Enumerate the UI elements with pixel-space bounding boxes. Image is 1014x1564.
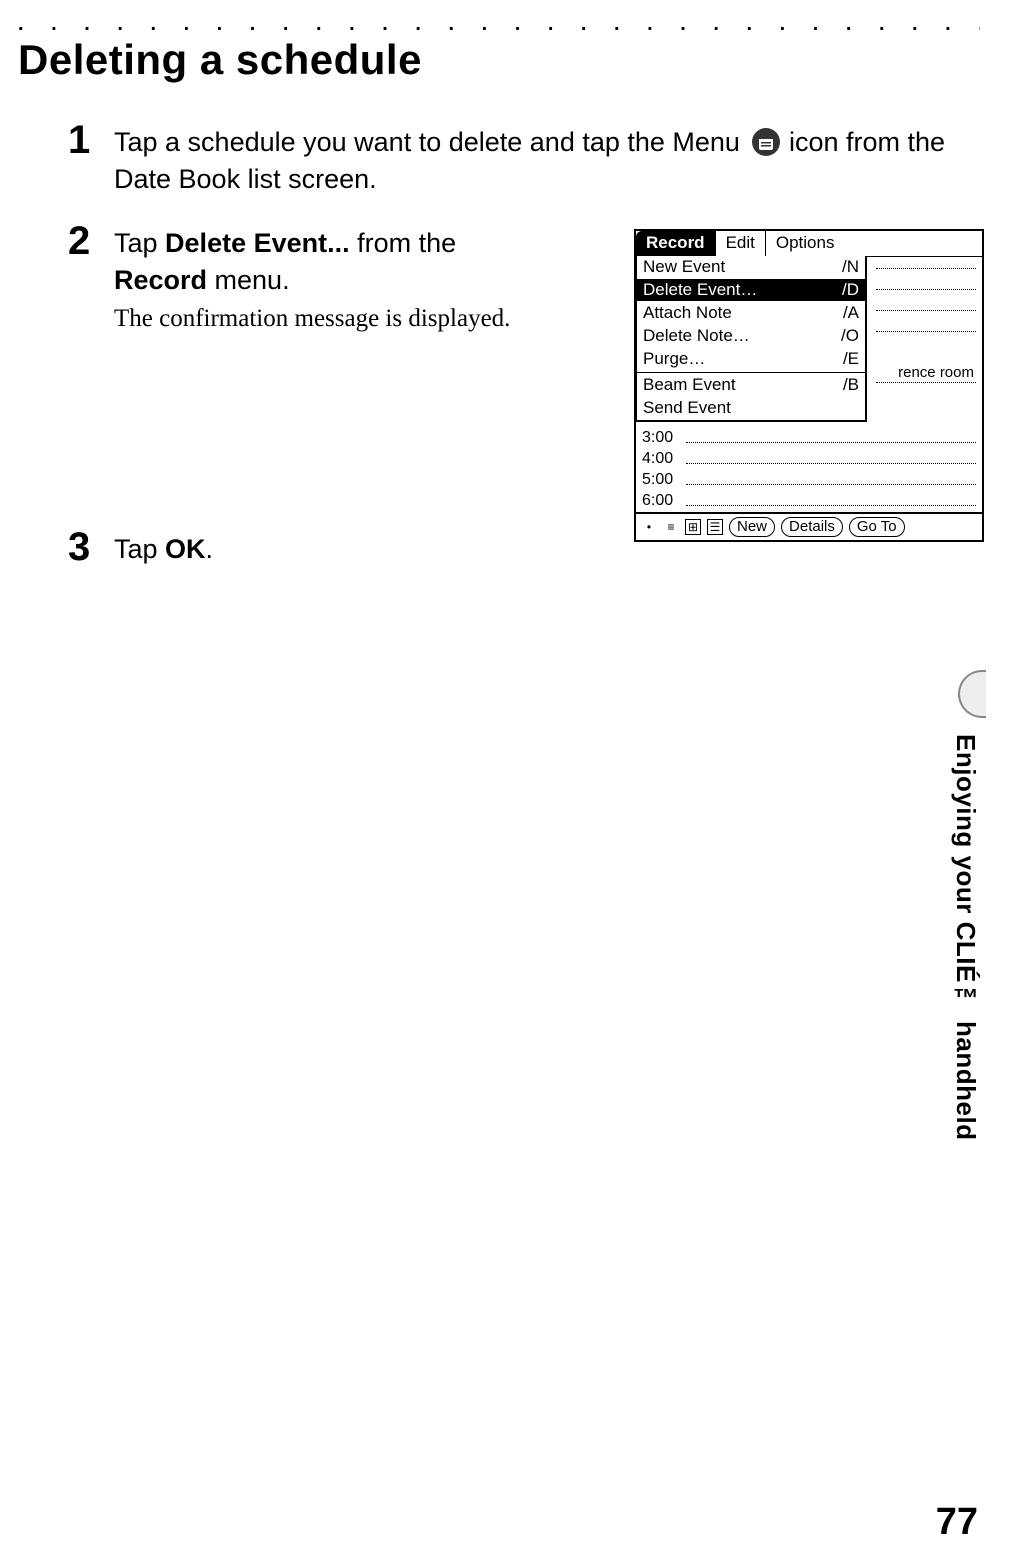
menu-item-new-event[interactable]: New Event /N (637, 256, 865, 279)
step2-text-a: Tap (114, 228, 165, 258)
menu-item-shortcut: /N (842, 257, 859, 277)
menu-separator (637, 372, 865, 373)
menu-item-delete-event[interactable]: Delete Event… /D (637, 279, 865, 302)
bg-line (876, 289, 976, 290)
bg-line (876, 382, 976, 383)
menubar-edit-tab[interactable]: Edit (716, 231, 766, 256)
side-tab-label: Enjoying your CLIÉ™ handheld (950, 734, 981, 1141)
menu-item-label: New Event (643, 257, 725, 277)
step2-text-c: menu. (207, 265, 290, 295)
menu-item-beam-event[interactable]: Beam Event /B (637, 374, 865, 397)
page-title: Deleting a schedule (18, 36, 980, 84)
step-number: 3 (68, 525, 90, 570)
step-number: 2 (68, 219, 90, 264)
bg-line (876, 331, 976, 332)
menu-item-shortcut: /D (842, 280, 859, 300)
menubar-options-tab[interactable]: Options (766, 231, 845, 256)
step2-subtext: The confirmation message is displayed. (114, 305, 554, 333)
bg-line (876, 310, 976, 311)
bg-text-rence-room: rence room (898, 364, 974, 381)
bg-line (876, 268, 976, 269)
step-1: 1 Tap a schedule you want to delete and … (114, 124, 984, 199)
menu-icon (751, 127, 781, 157)
step-2: 2 Tap Delete Event... from the Record me… (114, 225, 984, 505)
page-number: 77 (936, 1501, 978, 1544)
time-row[interactable]: 6:00 (642, 489, 976, 510)
step3-text-a: Tap (114, 534, 165, 564)
step3-bold-ok: OK (165, 534, 206, 564)
step2-bold-delete-event: Delete Event... (165, 228, 350, 258)
dotted-rule: . . . . . . . . . . . . . . . . . . . . … (18, 20, 980, 34)
menu-item-label: Beam Event (643, 375, 736, 395)
time-row[interactable]: 4:00 (642, 447, 976, 468)
time-row[interactable]: 3:00 (642, 426, 976, 447)
time-label: 4:00 (642, 450, 686, 468)
menu-item-attach-note[interactable]: Attach Note /A (637, 302, 865, 325)
palm-dropdown-menu: New Event /N Delete Event… /D Attach Not… (635, 256, 867, 422)
menu-item-label: Send Event (643, 398, 731, 418)
side-tab: Enjoying your CLIÉ™ handheld (932, 670, 986, 1170)
palm-menubar: Record Edit Options (636, 231, 982, 257)
step3-text-b: . (206, 534, 214, 564)
menu-item-send-event[interactable]: Send Event (637, 397, 865, 420)
step-number: 1 (68, 118, 90, 163)
menu-item-label: Delete Note… (643, 326, 750, 346)
menu-item-delete-note[interactable]: Delete Note… /O (637, 325, 865, 348)
time-label: 3:00 (642, 429, 686, 447)
side-tab-cap (958, 670, 986, 718)
step-3: 3 Tap OK. (114, 531, 984, 568)
time-label: 5:00 (642, 471, 686, 489)
menu-item-shortcut: /A (843, 303, 859, 323)
menu-item-shortcut: /O (841, 326, 859, 346)
menu-item-label: Delete Event… (643, 280, 757, 300)
time-row[interactable]: 5:00 (642, 468, 976, 489)
step1-text-a: Tap a schedule you want to delete and ta… (114, 127, 747, 157)
menu-item-purge[interactable]: Purge… /E (637, 348, 865, 371)
palm-time-grid: 3:00 4:00 5:00 6:00 (636, 426, 982, 512)
step2-text-b: from the (350, 228, 457, 258)
step2-bold-record: Record (114, 265, 207, 295)
menu-item-shortcut: /E (843, 349, 859, 369)
palm-screenshot: Record Edit Options rence room New Event (634, 229, 984, 542)
time-label: 6:00 (642, 492, 686, 510)
menubar-record-tab[interactable]: Record (636, 231, 716, 256)
menu-item-label: Attach Note (643, 303, 732, 323)
menu-item-shortcut: /B (843, 375, 859, 395)
menu-item-label: Purge… (643, 349, 705, 369)
